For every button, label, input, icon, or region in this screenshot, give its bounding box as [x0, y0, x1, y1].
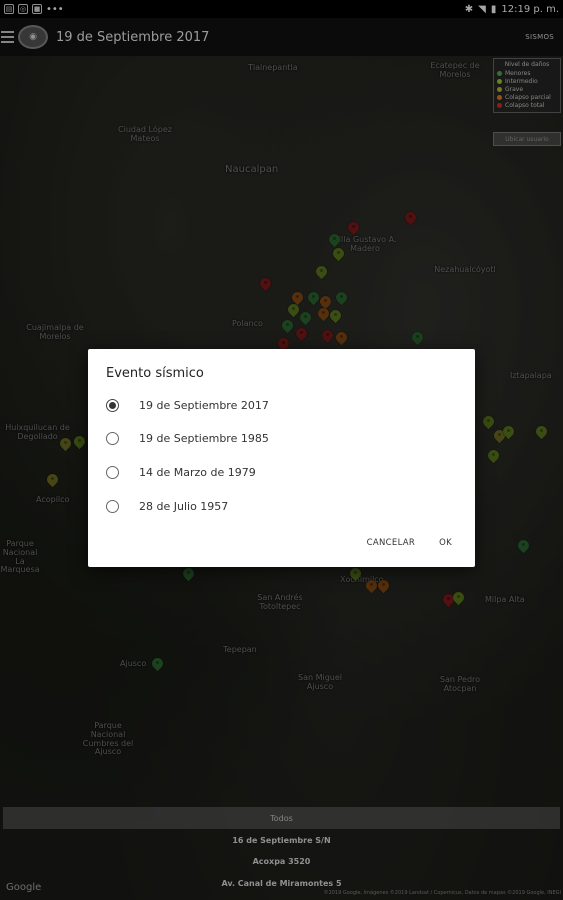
event-option-label: 19 de Septiembre 2017 — [139, 398, 269, 412]
cancel-button[interactable]: CANCELAR — [367, 538, 415, 548]
event-option[interactable]: 28 de Julio 1957 — [106, 496, 228, 516]
event-dialog: Evento sísmico 19 de Septiembre 2017 19 … — [88, 349, 475, 567]
event-option-label: 28 de Julio 1957 — [139, 499, 229, 513]
radio-icon[interactable] — [106, 465, 119, 479]
event-option[interactable]: 19 de Septiembre 1985 — [106, 428, 269, 448]
dialog-title: Evento sísmico — [106, 366, 204, 381]
radio-icon[interactable] — [106, 431, 119, 445]
event-option[interactable]: 14 de Marzo de 1979 — [106, 462, 256, 482]
event-option-label: 19 de Septiembre 1985 — [139, 431, 269, 445]
ok-button[interactable]: OK — [439, 538, 452, 548]
event-option[interactable]: 19 de Septiembre 2017 — [106, 395, 269, 415]
radio-selected-icon[interactable] — [106, 398, 119, 412]
event-option-label: 14 de Marzo de 1979 — [139, 465, 256, 479]
radio-icon[interactable] — [106, 499, 119, 513]
dialog-actions: CANCELAR OK — [367, 538, 452, 548]
